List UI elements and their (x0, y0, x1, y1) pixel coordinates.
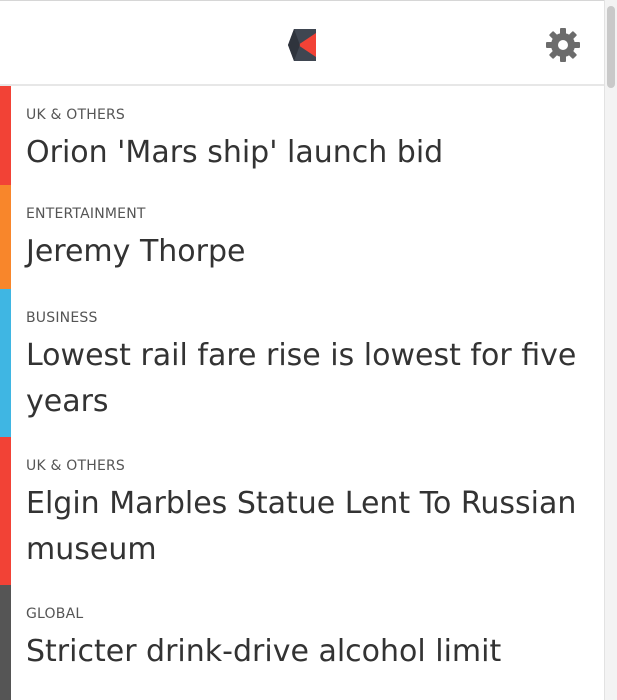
category-color-bar (0, 86, 11, 185)
news-category: ENTERTAINMENT (26, 206, 146, 222)
app-window: UK & OTHERS Orion 'Mars ship' launch bid… (0, 0, 617, 700)
news-headline[interactable]: Orion 'Mars ship' launch bid (26, 130, 586, 176)
news-category: GLOBAL (26, 606, 84, 622)
news-item[interactable]: UK & OTHERS Orion 'Mars ship' launch bid (0, 86, 604, 185)
header-bar (0, 0, 604, 86)
news-category: BUSINESS (26, 310, 98, 326)
app-logo-icon[interactable] (286, 27, 318, 63)
news-feed: UK & OTHERS Orion 'Mars ship' launch bid… (0, 86, 604, 700)
category-color-bar (0, 185, 11, 289)
scrollbar-thumb[interactable] (607, 6, 615, 88)
gear-icon[interactable] (545, 27, 581, 63)
category-color-bar (0, 289, 11, 437)
news-category: UK & OTHERS (26, 458, 126, 474)
news-category: UK & OTHERS (26, 107, 126, 123)
news-item[interactable]: GLOBAL Stricter drink-drive alcohol limi… (0, 585, 604, 700)
vertical-scrollbar[interactable] (604, 0, 617, 700)
category-color-bar (0, 437, 11, 585)
news-headline[interactable]: Stricter drink-drive alcohol limit (26, 629, 586, 675)
news-item[interactable]: BUSINESS Lowest rail fare rise is lowest… (0, 289, 604, 437)
category-color-bar (0, 585, 11, 700)
news-headline[interactable]: Elgin Marbles Statue Lent To Russian mus… (26, 481, 586, 573)
news-headline[interactable]: Lowest rail fare rise is lowest for five… (26, 333, 586, 425)
news-item[interactable]: UK & OTHERS Elgin Marbles Statue Lent To… (0, 437, 604, 585)
news-headline[interactable]: Jeremy Thorpe (26, 229, 586, 275)
news-item[interactable]: ENTERTAINMENT Jeremy Thorpe (0, 185, 604, 289)
